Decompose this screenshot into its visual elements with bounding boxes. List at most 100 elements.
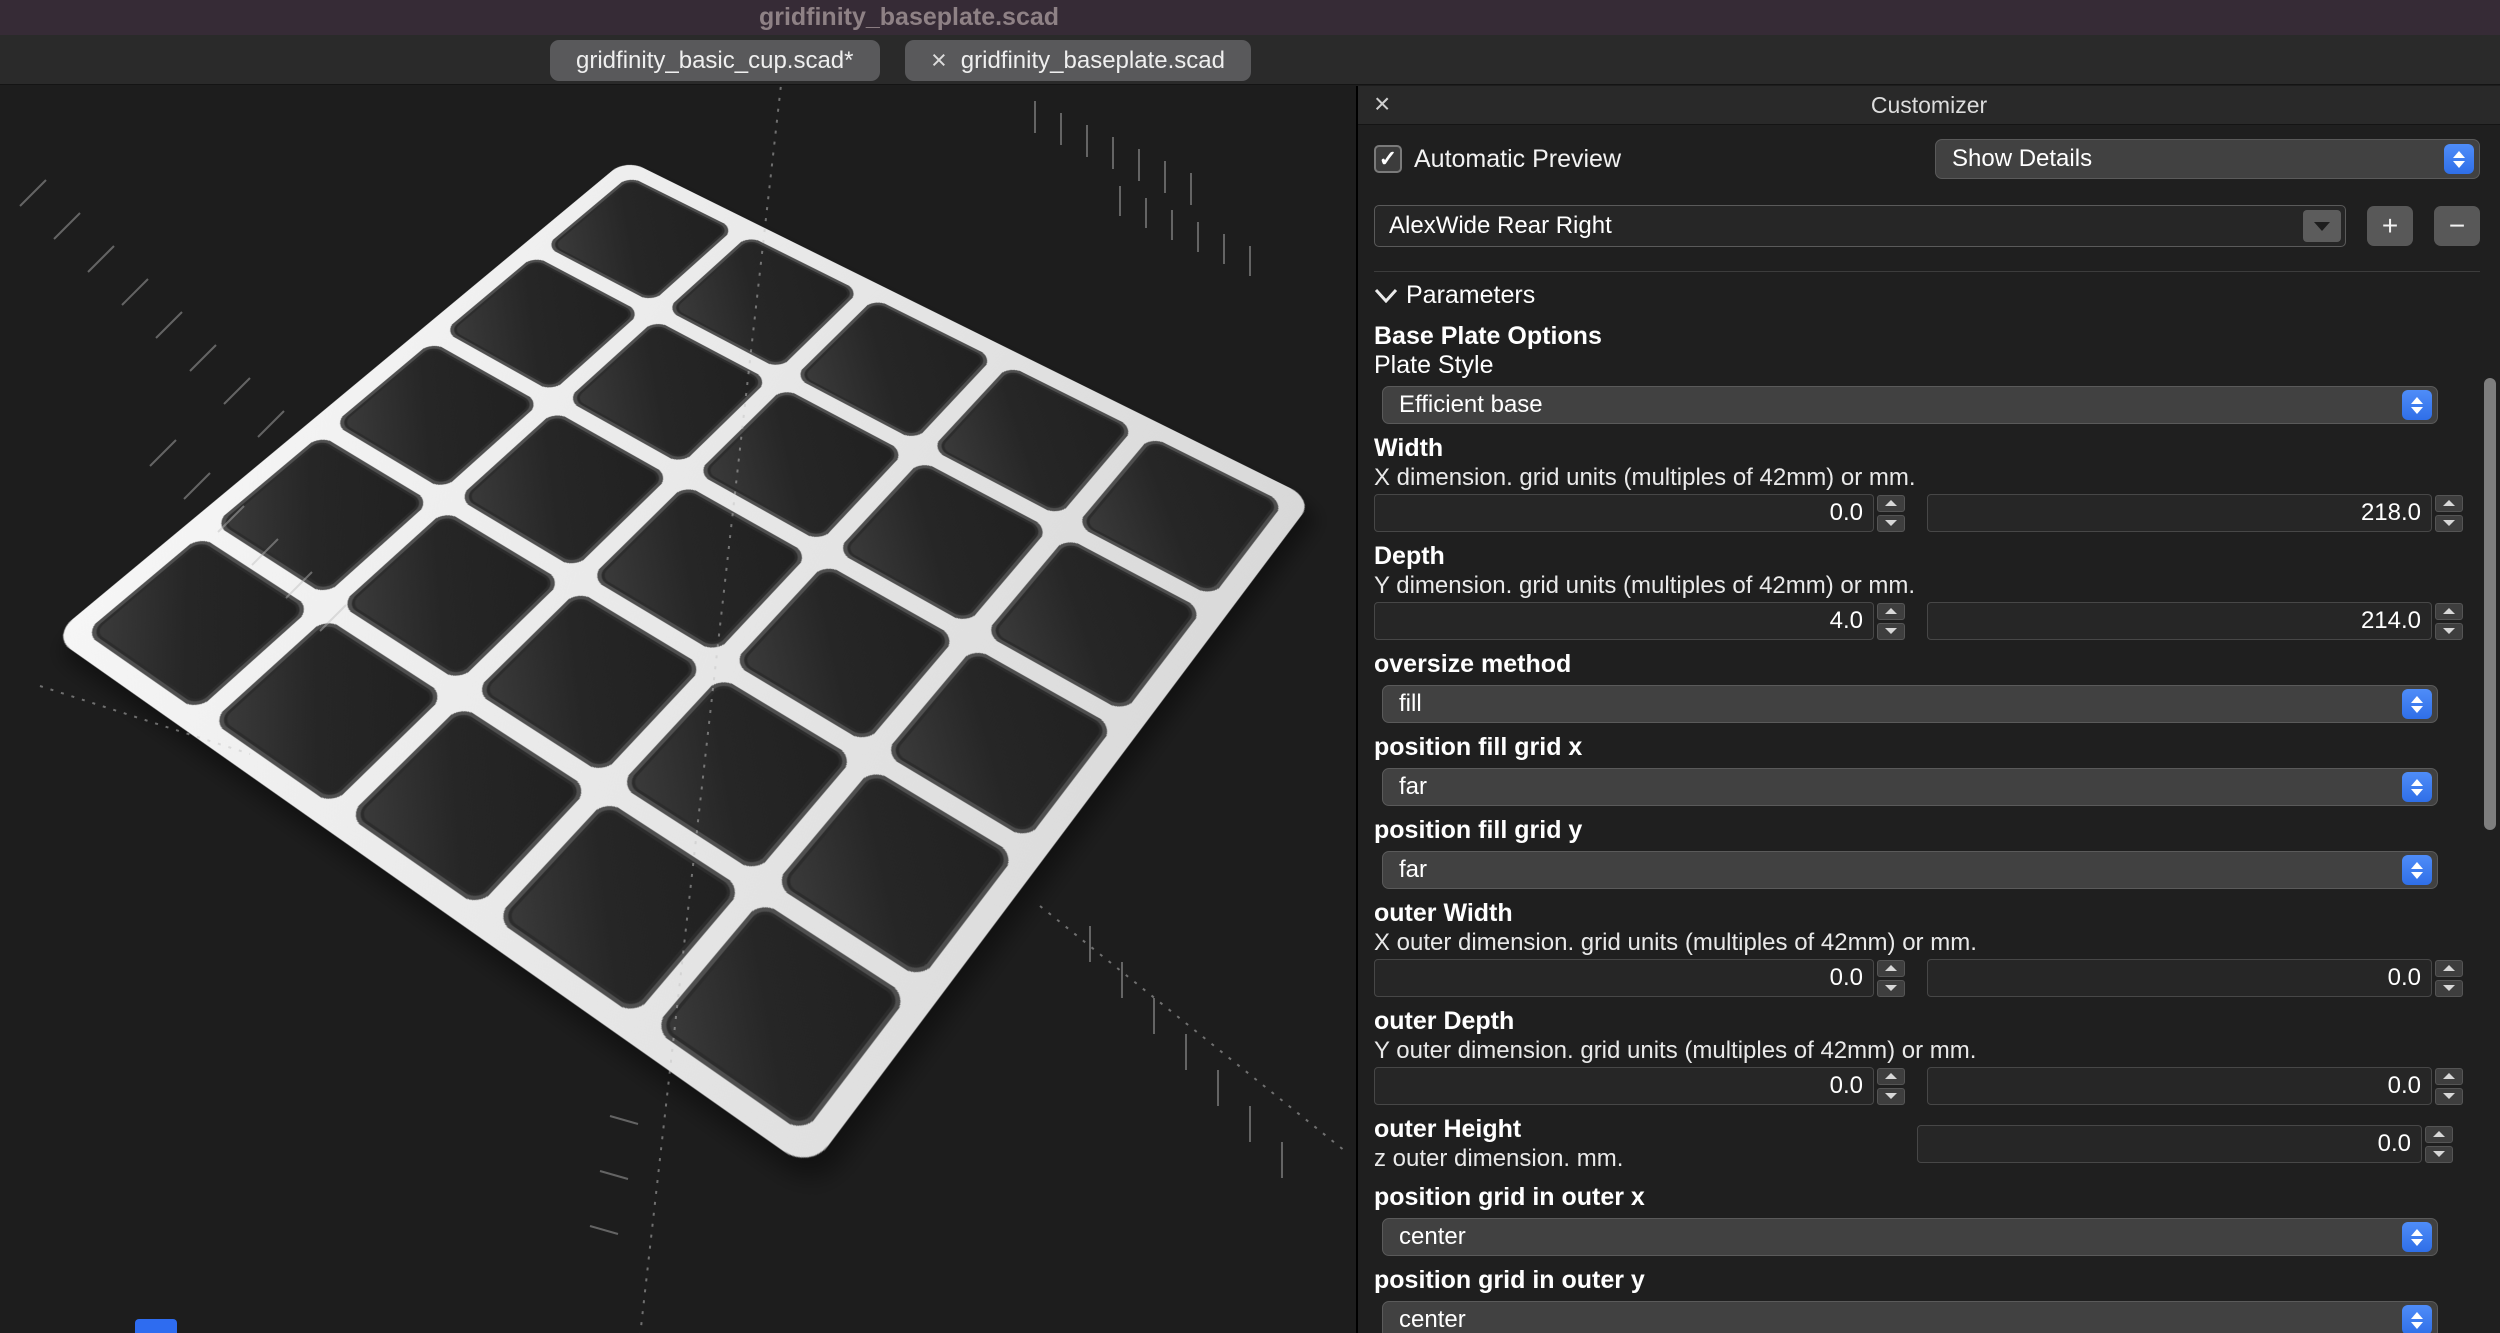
openscad-window: gridfinity_baseplate.scad gridfinity_bas… [0,0,2500,1333]
spinner-up-icon[interactable] [2435,494,2463,512]
param-group-position-fill-grid-x: position fill grid x far [1374,733,2480,806]
spinner-up-icon[interactable] [2435,602,2463,620]
automatic-preview-checkbox[interactable]: ✓ [1374,145,1402,173]
spinner-down-icon[interactable] [1877,979,1905,997]
window-titlebar: gridfinity_baseplate.scad [0,0,2500,35]
depth-mm-input[interactable]: 214.0 [1927,602,2432,640]
oversize-method-select[interactable]: fill [1382,685,2438,723]
parameters-header[interactable]: Parameters [1374,278,2480,312]
position-grid-in-outer-y-select[interactable]: center [1382,1301,2438,1333]
position-fill-grid-y-select[interactable]: far [1382,851,2438,889]
select-stepper-icon [2402,689,2432,719]
param-label: position fill grid x [1374,733,1583,761]
select-stepper-icon [2444,144,2474,174]
preset-row: AlexWide Rear Right + − [1374,205,2480,247]
width-grid-input[interactable]: 0.0 [1374,494,1874,532]
spinner-up-icon[interactable] [2425,1125,2453,1143]
check-icon: ✓ [1378,146,1398,171]
param-label: outer Depth [1374,1007,1515,1035]
spinner-up-icon[interactable] [1877,1067,1905,1085]
param-label: oversize method [1374,650,1572,678]
plate-style-select[interactable]: Efficient base [1382,386,2438,424]
param-group-outer-height: outer Height z outer dimension. mm. 0.0 [1374,1115,2480,1173]
spinner-up-icon[interactable] [1877,959,1905,977]
section-label: Base Plate Options [1374,322,1602,350]
tab-close-icon[interactable]: × [931,47,947,74]
number-spinner [2435,494,2463,532]
select-stepper-icon [2402,855,2432,885]
customizer-title: Customizer [1870,92,1988,118]
3d-scene [0,86,1356,1333]
param-group-position-grid-in-outer-y: position grid in outer y center [1374,1266,2480,1333]
outer-width-mm-input[interactable]: 0.0 [1927,959,2432,997]
3d-viewport[interactable] [0,86,1358,1333]
customizer-content: ✓ Automatic Preview Show Details AlexWid… [1358,139,2500,1333]
number-spinner [1877,1067,1905,1105]
outer-depth-grid-input[interactable]: 0.0 [1374,1067,1874,1105]
spinner-down-icon[interactable] [2435,622,2463,640]
tab-basic-cup[interactable]: gridfinity_basic_cup.scad* [550,40,880,81]
select-stepper-icon [2402,390,2432,420]
tab-baseplate[interactable]: × gridfinity_baseplate.scad [905,40,1251,81]
number-spinner [1877,959,1905,997]
preset-value: AlexWide Rear Right [1389,212,1612,239]
spinner-down-icon[interactable] [2435,1087,2463,1105]
position-fill-grid-x-select[interactable]: far [1382,768,2438,806]
select-stepper-icon [2402,772,2432,802]
preview-row: ✓ Automatic Preview Show Details [1374,139,2480,179]
spinner-down-icon[interactable] [1877,622,1905,640]
editor-tabbar: gridfinity_basic_cup.scad* × gridfinity_… [0,35,2500,85]
divider [1374,271,2480,272]
panel-scrollbar-thumb[interactable] [2484,378,2496,830]
main-area: × Customizer ✓ Automatic Preview Show De… [0,86,2500,1333]
preset-remove-button[interactable]: − [2434,206,2480,246]
select-stepper-icon [2402,1305,2432,1333]
automatic-preview-label: Automatic Preview [1414,144,1622,173]
param-label: position grid in outer x [1374,1183,1645,1211]
param-label: Depth [1374,542,1445,570]
select-stepper-icon [2402,1222,2432,1252]
tab-label: gridfinity_baseplate.scad [960,46,1225,74]
param-label: position fill grid y [1374,816,1583,844]
chevron-down-icon [1374,288,1398,303]
parameters-label: Parameters [1406,280,1536,309]
outer-depth-mm-input[interactable]: 0.0 [1927,1067,2432,1105]
spinner-down-icon[interactable] [2435,514,2463,532]
customizer-close-icon[interactable]: × [1374,88,1390,120]
spinner-up-icon[interactable] [2435,959,2463,977]
position-grid-in-outer-x-select[interactable]: center [1382,1218,2438,1256]
customizer-header: × Customizer [1358,86,2500,125]
outer-height-mm-input[interactable]: 0.0 [1917,1125,2422,1163]
number-spinner [2435,959,2463,997]
spinner-down-icon[interactable] [1877,1087,1905,1105]
param-group-plate-style: Base Plate Options Plate Style Efficient… [1374,322,2480,424]
spinner-up-icon[interactable] [1877,602,1905,620]
customizer-panel: × Customizer ✓ Automatic Preview Show De… [1358,86,2500,1333]
param-description: Y dimension. grid units (multiples of 42… [1374,572,1916,599]
preset-add-button[interactable]: + [2367,206,2413,246]
viewport-blue-indicator [135,1319,177,1333]
param-label: position grid in outer y [1374,1266,1645,1294]
param-group-position-grid-in-outer-x: position grid in outer x center [1374,1183,2480,1256]
spinner-up-icon[interactable] [1877,494,1905,512]
number-spinner [2425,1125,2453,1163]
depth-grid-input[interactable]: 4.0 [1374,602,1874,640]
param-label: Plate Style [1374,351,1494,379]
show-details-select[interactable]: Show Details [1935,139,2480,179]
number-spinner [1877,494,1905,532]
spinner-down-icon[interactable] [2435,979,2463,997]
spinner-down-icon[interactable] [1877,514,1905,532]
baseplate-3d-model [52,159,1314,1170]
param-group-outer-depth: outer Depth Y outer dimension. grid unit… [1374,1007,2480,1105]
preset-combobox[interactable]: AlexWide Rear Right [1374,205,2346,247]
width-mm-input[interactable]: 218.0 [1927,494,2432,532]
outer-width-grid-input[interactable]: 0.0 [1374,959,1874,997]
spinner-up-icon[interactable] [2435,1067,2463,1085]
combo-dropdown-icon[interactable] [2303,210,2341,242]
param-group-outer-width: outer Width X outer dimension. grid unit… [1374,899,2480,997]
param-group-oversize-method: oversize method fill [1374,650,2480,723]
param-description: X outer dimension. grid units (multiples… [1374,929,1977,956]
spinner-down-icon[interactable] [2425,1145,2453,1163]
number-spinner [2435,1067,2463,1105]
number-spinner [1877,602,1905,640]
